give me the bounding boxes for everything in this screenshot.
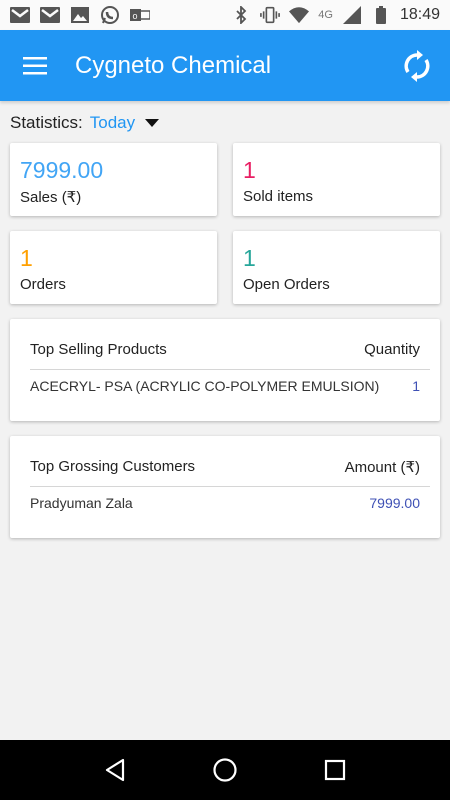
signal-icon bbox=[342, 6, 362, 24]
clock: 18:49 bbox=[399, 6, 440, 23]
bluetooth-icon bbox=[231, 6, 251, 24]
whatsapp-icon bbox=[100, 6, 120, 24]
product-quantity: 1 bbox=[412, 378, 420, 394]
statistics-period[interactable]: Today bbox=[90, 113, 135, 133]
gmail-icon bbox=[10, 6, 30, 24]
svg-text:o: o bbox=[133, 11, 138, 21]
home-button[interactable] bbox=[205, 750, 245, 790]
refresh-button[interactable] bbox=[384, 30, 450, 101]
divider bbox=[30, 369, 430, 370]
dropdown-arrow-icon[interactable] bbox=[145, 119, 160, 127]
table-header: Top Selling Products Quantity bbox=[30, 341, 420, 358]
sales-card[interactable]: 7999.00 Sales (₹) bbox=[10, 143, 217, 216]
battery-icon bbox=[371, 6, 391, 24]
top-selling-products-card: Top Selling Products Quantity ACECRYL- P… bbox=[10, 319, 440, 421]
statistics-label: Statistics: bbox=[10, 113, 83, 132]
table-row[interactable]: Pradyuman Zala 7999.00 bbox=[30, 495, 420, 511]
hamburger-menu-icon bbox=[23, 56, 47, 74]
orders-card[interactable]: 1 Orders bbox=[10, 231, 217, 304]
open-orders-value: 1 bbox=[243, 245, 256, 271]
sales-value: 7999.00 bbox=[20, 157, 104, 183]
statistics-selector[interactable]: Statistics: Today bbox=[10, 110, 160, 136]
open-orders-label: Open Orders bbox=[243, 276, 330, 293]
open-orders-card[interactable]: 1 Open Orders bbox=[233, 231, 440, 304]
menu-button[interactable] bbox=[0, 30, 70, 101]
outlook-icon: o bbox=[130, 6, 150, 24]
customer-name: Pradyuman Zala bbox=[30, 495, 133, 511]
vibrate-icon bbox=[260, 6, 281, 24]
orders-label: Orders bbox=[20, 276, 66, 293]
status-bar: o 4G 18:49 bbox=[0, 0, 450, 30]
app-bar: Cygneto Chemical bbox=[0, 30, 450, 101]
refresh-icon bbox=[404, 49, 430, 82]
orders-value: 1 bbox=[20, 245, 33, 271]
app-title: Cygneto Chemical bbox=[75, 51, 272, 79]
divider bbox=[30, 486, 430, 487]
sold-items-label: Sold items bbox=[243, 188, 314, 205]
top-selling-title: Top Selling Products bbox=[30, 341, 167, 358]
customer-amount: 7999.00 bbox=[369, 495, 420, 511]
back-button[interactable] bbox=[95, 750, 135, 790]
gallery-icon bbox=[70, 6, 90, 24]
recents-square-icon bbox=[324, 759, 346, 781]
quantity-column-header: Quantity bbox=[364, 341, 420, 358]
notification-icons: o bbox=[10, 6, 150, 24]
system-icons: 4G 18:49 bbox=[231, 6, 440, 24]
top-grossing-customers-card: Top Grossing Customers Amount (₹) Pradyu… bbox=[10, 436, 440, 538]
table-row[interactable]: ACECRYL- PSA (ACRYLIC CO-POLYMER EMULSIO… bbox=[30, 378, 420, 394]
product-name: ACECRYL- PSA (ACRYLIC CO-POLYMER EMULSIO… bbox=[30, 378, 380, 394]
top-grossing-title: Top Grossing Customers bbox=[30, 458, 196, 475]
home-circle-icon bbox=[213, 758, 237, 782]
sales-label: Sales (₹) bbox=[20, 189, 82, 206]
sold-items-card[interactable]: 1 Sold items bbox=[233, 143, 440, 216]
back-triangle-icon bbox=[105, 758, 125, 782]
recents-button[interactable] bbox=[315, 750, 355, 790]
navigation-bar bbox=[0, 740, 450, 800]
sold-items-value: 1 bbox=[243, 157, 256, 183]
amount-column-header: Amount (₹) bbox=[344, 459, 420, 476]
table-header: Top Grossing Customers Amount (₹) bbox=[30, 458, 420, 476]
network-type: 4G bbox=[318, 9, 333, 21]
wifi-icon bbox=[289, 6, 310, 24]
gmail-icon bbox=[40, 6, 60, 24]
